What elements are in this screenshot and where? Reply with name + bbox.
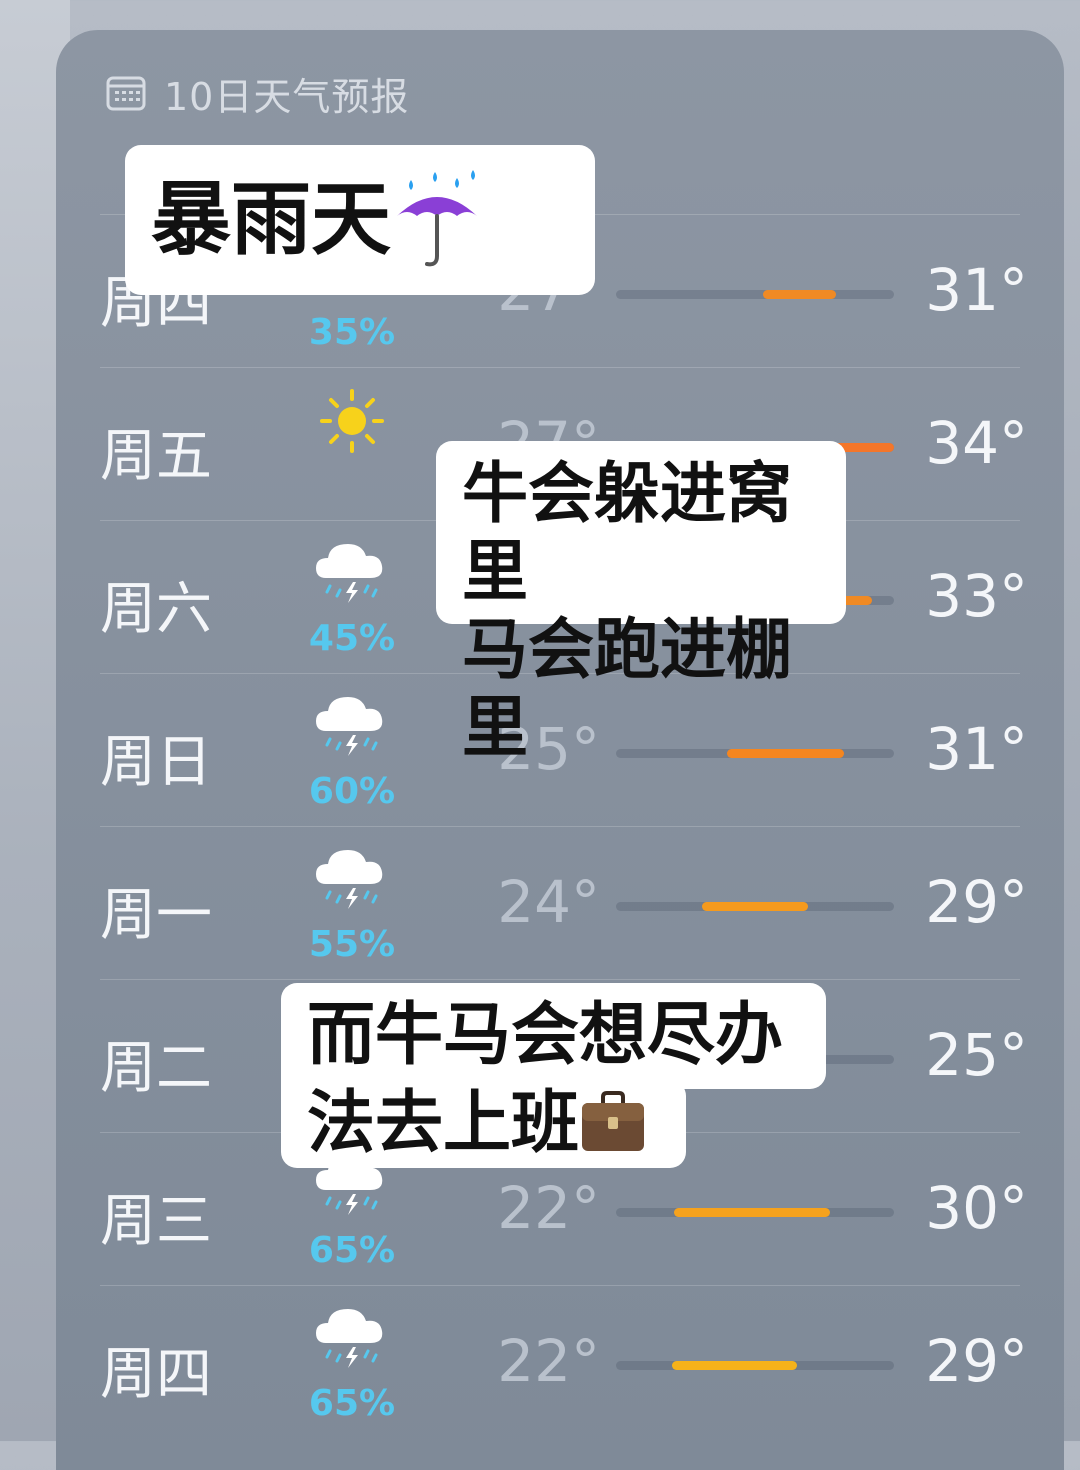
caption1-line1: 牛会躲进窝里 xyxy=(462,455,792,610)
row-divider xyxy=(100,1285,1020,1286)
day-label: 周日 xyxy=(100,730,212,795)
thunderstorm-icon xyxy=(312,534,392,614)
thunderstorm-icon xyxy=(312,840,392,920)
low-temp: 24° xyxy=(497,868,600,936)
row-divider xyxy=(100,826,1020,827)
high-temp: 34° xyxy=(925,409,1028,477)
high-temp: 31° xyxy=(925,256,1028,324)
sun-icon xyxy=(312,381,392,461)
day-label: 周六 xyxy=(100,577,212,642)
day-label: 周五 xyxy=(100,424,212,489)
precip-chance: 35% xyxy=(308,312,396,353)
caption-sticker-1: 牛会躲进窝里 马会跑进棚里 xyxy=(436,441,846,766)
title-text: 暴雨天 xyxy=(151,172,391,266)
forecast-row[interactable]: 周一 55% 24° 29° xyxy=(100,826,1028,979)
high-temp: 31° xyxy=(925,715,1028,783)
day-label: 周二 xyxy=(100,1036,212,1101)
caption2-line2: 法去上班 xyxy=(307,1083,580,1163)
high-temp: 25° xyxy=(925,1021,1028,1089)
high-temp: 33° xyxy=(925,562,1028,630)
caption-sticker-2b: 法去上班 xyxy=(281,1080,686,1168)
caption1-line2: 马会跑进棚里 xyxy=(462,610,792,766)
umbrella-rain-icon xyxy=(391,170,483,270)
forecast-row[interactable]: 周四 65% 22° 29° xyxy=(100,1285,1028,1438)
day-label: 周三 xyxy=(100,1189,212,1254)
low-temp: 22° xyxy=(497,1174,600,1242)
temp-range-bar xyxy=(616,1361,894,1370)
row-divider xyxy=(100,979,1020,980)
day-label: 周四 xyxy=(100,1342,212,1407)
low-temp: 22° xyxy=(497,1327,600,1395)
title-sticker: 暴雨天 xyxy=(125,145,595,295)
temp-range-fill xyxy=(763,290,836,299)
precip-chance: 65% xyxy=(308,1383,396,1424)
precip-chance: 60% xyxy=(308,771,396,812)
precip-chance: 45% xyxy=(308,618,396,659)
high-temp: 29° xyxy=(925,1327,1028,1395)
high-temp: 30° xyxy=(925,1174,1028,1242)
caption-sticker-2a: 而牛马会想尽办 xyxy=(281,983,826,1089)
day-label: 周一 xyxy=(100,883,212,948)
precip-chance: 65% xyxy=(308,1230,396,1271)
temp-range-fill xyxy=(671,1361,797,1370)
temp-range-bar xyxy=(616,902,894,911)
temp-range-bar xyxy=(616,290,894,299)
temp-range-bar xyxy=(616,1208,894,1217)
row-divider xyxy=(100,367,1020,368)
precip-chance: 55% xyxy=(308,924,396,965)
caption2-line1: 而牛马会想尽办 xyxy=(307,995,784,1075)
temp-range-fill xyxy=(674,1208,831,1217)
temp-range-fill xyxy=(702,902,808,911)
thunderstorm-icon xyxy=(312,687,392,767)
briefcase-icon xyxy=(579,1091,647,1157)
high-temp: 29° xyxy=(925,868,1028,936)
thunderstorm-icon xyxy=(312,1299,392,1379)
